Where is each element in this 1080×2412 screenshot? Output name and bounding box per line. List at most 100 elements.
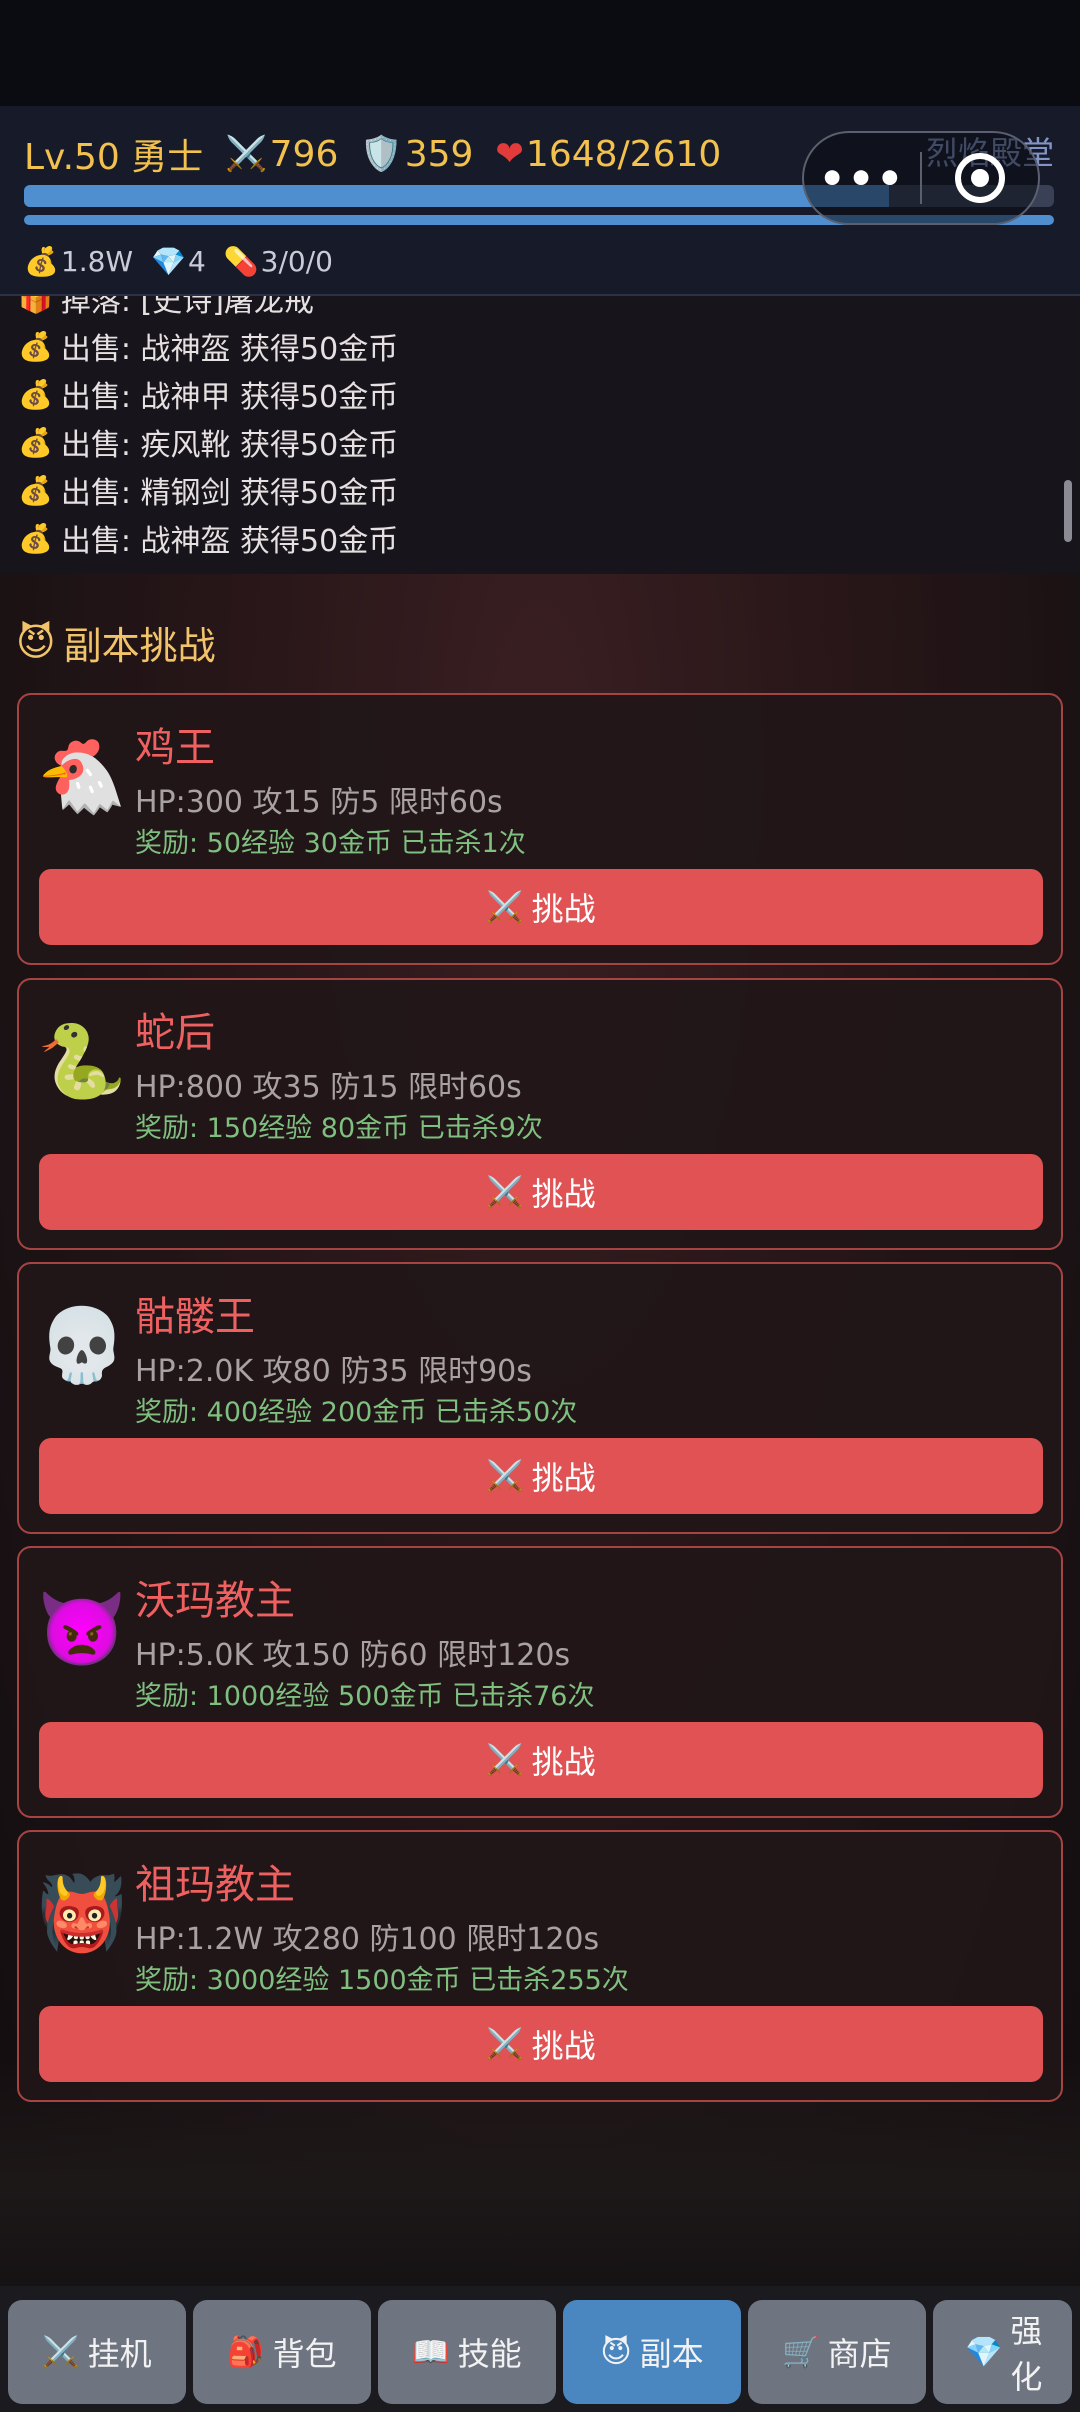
attack-value: 796 [269,133,339,175]
hp-value: 1648/2610 [525,133,722,175]
boss-reward: 奖励: 400经验 200金币 已击杀50次 [135,1397,578,1428]
boss-stats: HP:1.2W 攻280 防100 限时120s [135,1922,600,1957]
boss-card: 💀 骷髅王 HP:2.0K 攻80 防35 限时90s 奖励: 400经验 200金币… [17,1262,1063,1534]
boss-name: 蛇后 [135,1010,215,1056]
gold-value: 1.8W [60,244,134,278]
challenge-button[interactable]: ⚔️ 挑战 [39,869,1043,945]
crossed-swords-icon: ⚔️ [486,1742,524,1778]
chicken-icon: 🐔 [37,734,127,818]
log-line: 💰 出售: 疾风靴 获得50金币 [18,420,398,464]
snake-icon: 🐍 [37,1019,127,1103]
challenge-button[interactable]: ⚔️ 挑战 [39,1722,1043,1798]
target-icon [954,153,1005,203]
crossed-swords-icon: ⚔️ [486,889,524,925]
devil-icon: 👿 [37,1587,127,1671]
gem-icon: 💎 [965,2334,1003,2370]
challenge-button[interactable]: ⚔️ 挑战 [39,1154,1043,1230]
diamond-value: 4 [187,244,206,278]
skull-icon: 💀 [37,1303,127,1387]
crossed-swords-icon: ⚔️ [486,1458,524,1494]
log-line-text: 出售: 疾风靴 获得50金币 [60,428,399,463]
diamond-resource: 💎 4 [151,245,206,278]
boss-reward: 奖励: 50经验 30金币 已击杀1次 [135,828,526,859]
section-title: 😈 副本挑战 [16,614,216,670]
resources-row: 💰 1.8W 💎 4 💊 3/0/0 [24,236,351,286]
pill-icon: 💊 [223,244,259,278]
log-scrollbar[interactable] [1064,480,1072,542]
money-bag-icon: 💰 [18,329,53,363]
attack-stat: ⚔️ 796 [225,134,338,175]
boss-reward: 奖励: 3000经验 1500金币 已击杀255次 [135,1965,629,1996]
money-bag-icon: 💰 [24,244,59,278]
more-menu-button[interactable]: ••• [804,154,920,203]
exp-bar-fill [24,185,890,207]
crossed-swords-icon: ⚔️ [486,1174,524,1210]
boss-card: 🐍 蛇后 HP:800 攻35 防15 限时60s 奖励: 150经验 80金币 已击… [17,978,1063,1250]
challenge-button[interactable]: ⚔️ 挑战 [39,1438,1043,1514]
hp-stat: ❤ 1648/2610 [495,134,721,175]
boss-name: 沃玛教主 [135,1578,295,1624]
shield-icon: 🛡️ [360,134,403,174]
cart-icon: 🛒 [782,2334,820,2370]
player-stats-row: Lv.50 勇士 ⚔️ 796 🛡️ 359 ❤ 1648/2610 [24,126,743,182]
book-icon: 📖 [412,2334,450,2370]
log-line-text: 出售: 精钢剑 获得50金币 [60,476,399,511]
challenge-button[interactable]: ⚔️ 挑战 [39,2006,1043,2082]
challenge-button-label: 挑战 [531,1743,596,1781]
boss-reward: 奖励: 1000经验 500金币 已击杀76次 [135,1681,595,1712]
battle-log[interactable]: 🎁 掉落: [史诗]屠龙戒 💰 出售: 战神盔 获得50金币 💰 出售: 战神甲 获得50… [0,296,1080,574]
challenge-button-label: 挑战 [531,890,596,928]
status-bar-area [0,0,1080,106]
money-bag-icon: 💰 [18,377,53,411]
money-bag-icon: 💰 [18,521,53,555]
devil-icon: 😈 [600,2334,632,2370]
defense-value: 359 [404,133,474,175]
boss-stats: HP:300 攻15 防5 限时60s [135,785,503,820]
ogre-icon: 👹 [37,1871,127,1955]
tab-idle[interactable]: ⚔️ 挂机 [8,2300,186,2404]
crossed-swords-icon: ⚔️ [225,134,268,174]
log-line: 💰 出售: 战神盔 获得50金币 [18,324,398,368]
log-line: 🎁 掉落: [史诗]屠龙戒 [18,296,314,320]
bottom-tab-bar: ⚔️ 挂机 🎒 背包 📖 技能 😈 副本 🛒 商店 💎 强化 [0,2286,1080,2412]
backpack-icon: 🎒 [227,2334,265,2370]
heart-icon: ❤ [495,134,524,174]
gift-icon: 🎁 [18,296,53,315]
boss-stats: HP:5.0K 攻150 防60 限时120s [135,1638,571,1673]
devil-icon: 😈 [16,620,56,664]
log-line-text: 掉落: [史诗]屠龙戒 [60,296,314,319]
tab-label: 技能 [457,2335,522,2373]
boss-stats: HP:2.0K 攻80 防35 限时90s [135,1354,532,1389]
challenge-button-label: 挑战 [531,1459,596,1497]
log-line: 💰 出售: 战神盔 获得50金币 [18,516,398,560]
crossed-swords-icon: ⚔️ [486,2026,524,2062]
boss-name: 鸡王 [135,725,215,771]
tab-skills[interactable]: 📖 技能 [378,2300,556,2404]
tab-backpack[interactable]: 🎒 背包 [193,2300,371,2404]
gold-resource: 💰 1.8W [24,245,133,278]
boss-name: 祖玛教主 [135,1862,295,1908]
tab-dungeon[interactable]: 😈 副本 [563,2300,741,2404]
boss-card: 🐔 鸡王 HP:300 攻15 防5 限时60s 奖励: 50经验 30金币 已击杀1… [17,693,1063,965]
tab-label: 挂机 [87,2335,152,2373]
tab-label: 强化 [1010,2312,1043,2396]
challenge-button-label: 挑战 [531,1175,596,1213]
boss-stats: HP:800 攻35 防15 限时60s [135,1070,522,1105]
tab-enhance[interactable]: 💎 强化 [933,2300,1072,2404]
crossed-swords-icon: ⚔️ [42,2334,80,2370]
money-bag-icon: 💰 [18,473,53,507]
close-miniprogram-button[interactable] [922,153,1038,203]
player-level-class: Lv.50 勇士 [24,137,204,178]
potion-value: 3/0/0 [260,244,333,278]
log-line-text: 出售: 战神盔 获得50金币 [60,332,399,367]
tab-label: 副本 [639,2335,704,2373]
gem-icon: 💎 [151,244,186,278]
potion-resource: 💊 3/0/0 [224,245,333,278]
boss-name: 骷髅王 [135,1294,255,1340]
tab-label: 商店 [827,2335,892,2373]
log-line: 💰 出售: 战神甲 获得50金币 [18,372,398,416]
boss-reward: 奖励: 150经验 80金币 已击杀9次 [135,1113,543,1144]
log-line: 💰 出售: 精钢剑 获得50金币 [18,468,398,512]
log-line-text: 出售: 战神甲 获得50金币 [60,380,399,415]
tab-shop[interactable]: 🛒 商店 [748,2300,926,2404]
